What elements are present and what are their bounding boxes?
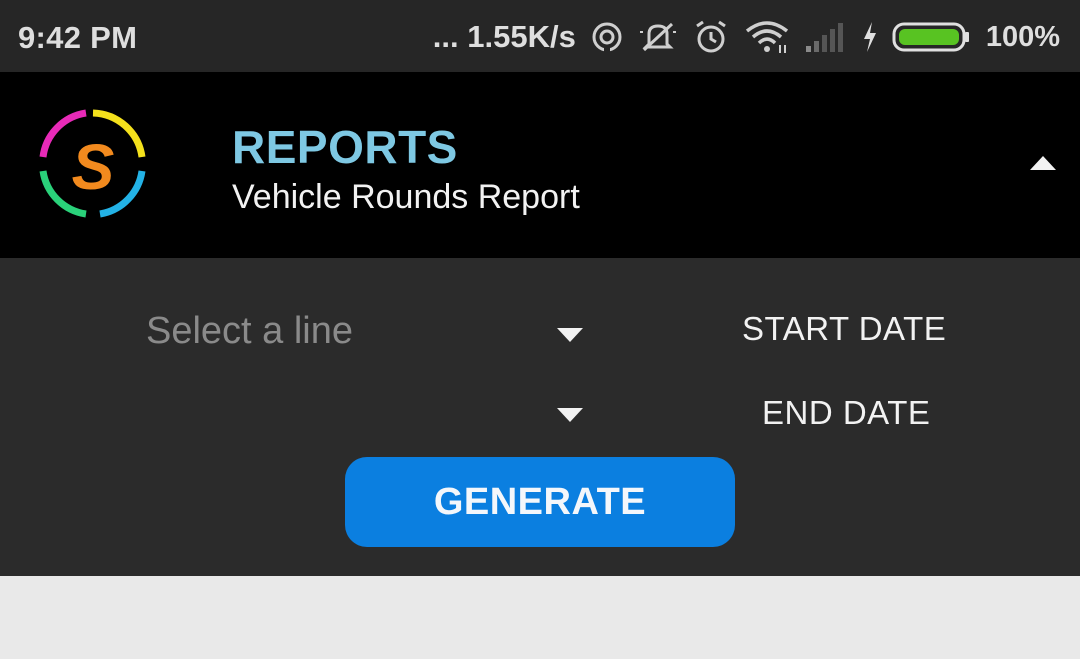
secondary-select[interactable] [146,392,596,444]
hotspot-icon [590,20,624,54]
svg-text:S: S [72,131,115,203]
generate-button[interactable]: GENERATE [345,457,735,547]
report-form: Select a line START DATE END DATE GENERA… [0,258,1080,576]
alarm-icon [692,19,730,55]
dropdown-arrow-icon [557,328,583,342]
wifi-icon [744,19,790,55]
status-bar: 9:42 PM ... 1.55K/s 100% [0,0,1080,72]
network-speed: ... 1.55K/s [432,19,576,54]
signal-icon [804,20,848,54]
chevron-up-icon [1030,156,1056,170]
page-title: REPORTS [232,121,458,173]
app-header: S REPORTS Vehicle Rounds Report [0,72,1080,258]
end-date-button[interactable]: END DATE [762,394,930,432]
line-select[interactable]: Select a line [146,306,596,358]
start-date-button[interactable]: START DATE [742,310,946,348]
app-logo-icon: S [34,105,152,223]
page-subtitle: Vehicle Rounds Report [232,178,580,216]
battery-percent: 100% [985,20,1060,53]
battery-icon [892,21,972,53]
status-time: 9:42 PM [18,20,138,55]
mute-icon [638,20,678,54]
report-content-area [0,576,1080,659]
dropdown-arrow-icon [557,408,583,422]
collapse-header-button[interactable] [1026,150,1060,176]
charging-icon [862,21,878,53]
line-select-placeholder: Select a line [146,310,354,352]
status-icons: ... 1.55K/s 100% [419,14,1060,60]
